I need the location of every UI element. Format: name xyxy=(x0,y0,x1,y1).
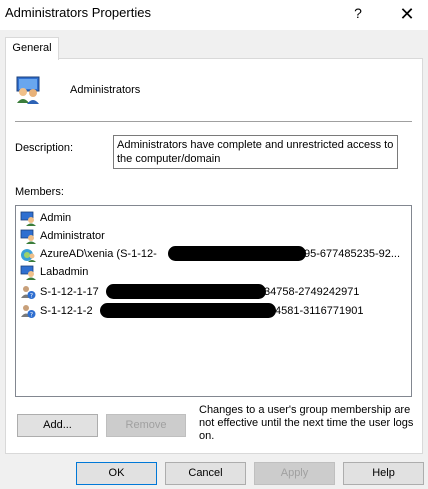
tab-general[interactable]: General xyxy=(5,37,59,60)
window-title: Administrators Properties xyxy=(5,5,151,20)
member-name: AzureAD\xenia (S-1-12- xyxy=(40,248,157,260)
redaction-mark xyxy=(168,246,306,261)
unknown-sid-icon: ? xyxy=(21,305,36,319)
member-name-suffix: 4581-3116771901 xyxy=(275,305,364,317)
user-icon xyxy=(20,265,36,280)
members-list[interactable]: Admin Administrator AzureAD\xenia (S-1-1… xyxy=(15,205,412,397)
member-name: S-1-12-1-17 xyxy=(40,286,99,298)
svg-text:?: ? xyxy=(30,312,33,319)
member-name-suffix: 95-677485235-92... xyxy=(304,248,401,260)
description-field[interactable]: Administrators have complete and unrestr… xyxy=(113,135,398,169)
help-button[interactable]: Help xyxy=(343,462,424,485)
member-name: Admin xyxy=(40,212,72,224)
member-name: S-1-12-1-2 xyxy=(40,305,93,317)
list-item[interactable]: ? S-1-12-1-17 34758-2749242971 xyxy=(20,283,405,301)
user-icon xyxy=(20,229,36,244)
title-bar: Administrators Properties ? ✕ xyxy=(0,0,428,30)
remove-button[interactable]: Remove xyxy=(106,414,186,437)
user-icon xyxy=(20,211,36,226)
redaction-mark xyxy=(106,284,266,299)
separator xyxy=(15,121,412,122)
close-button[interactable]: ✕ xyxy=(396,3,418,25)
member-name: Administrator xyxy=(40,230,105,242)
redaction-mark xyxy=(100,303,276,318)
member-name-suffix: 34758-2749242971 xyxy=(264,286,360,298)
unknown-sid-icon: ? xyxy=(21,286,36,300)
list-item[interactable]: ? S-1-12-1-2 4581-3116771901 xyxy=(20,302,405,320)
apply-button[interactable]: Apply xyxy=(254,462,335,485)
group-icon xyxy=(16,76,40,104)
member-name: Labadmin xyxy=(40,266,89,278)
list-item[interactable]: AzureAD\xenia (S-1-12- 95-677485235-92..… xyxy=(20,245,405,263)
svg-text:?: ? xyxy=(30,293,33,300)
cancel-button[interactable]: Cancel xyxy=(165,462,246,485)
add-button[interactable]: Add... xyxy=(17,414,98,437)
help-question-button[interactable]: ? xyxy=(348,3,368,23)
azure-user-icon xyxy=(21,249,36,262)
membership-note: Changes to a user's group membership are… xyxy=(199,404,414,442)
ok-button[interactable]: OK xyxy=(76,462,157,485)
members-label: Members: xyxy=(15,186,64,198)
group-name: Administrators xyxy=(70,84,141,96)
description-label: Description: xyxy=(15,142,74,154)
